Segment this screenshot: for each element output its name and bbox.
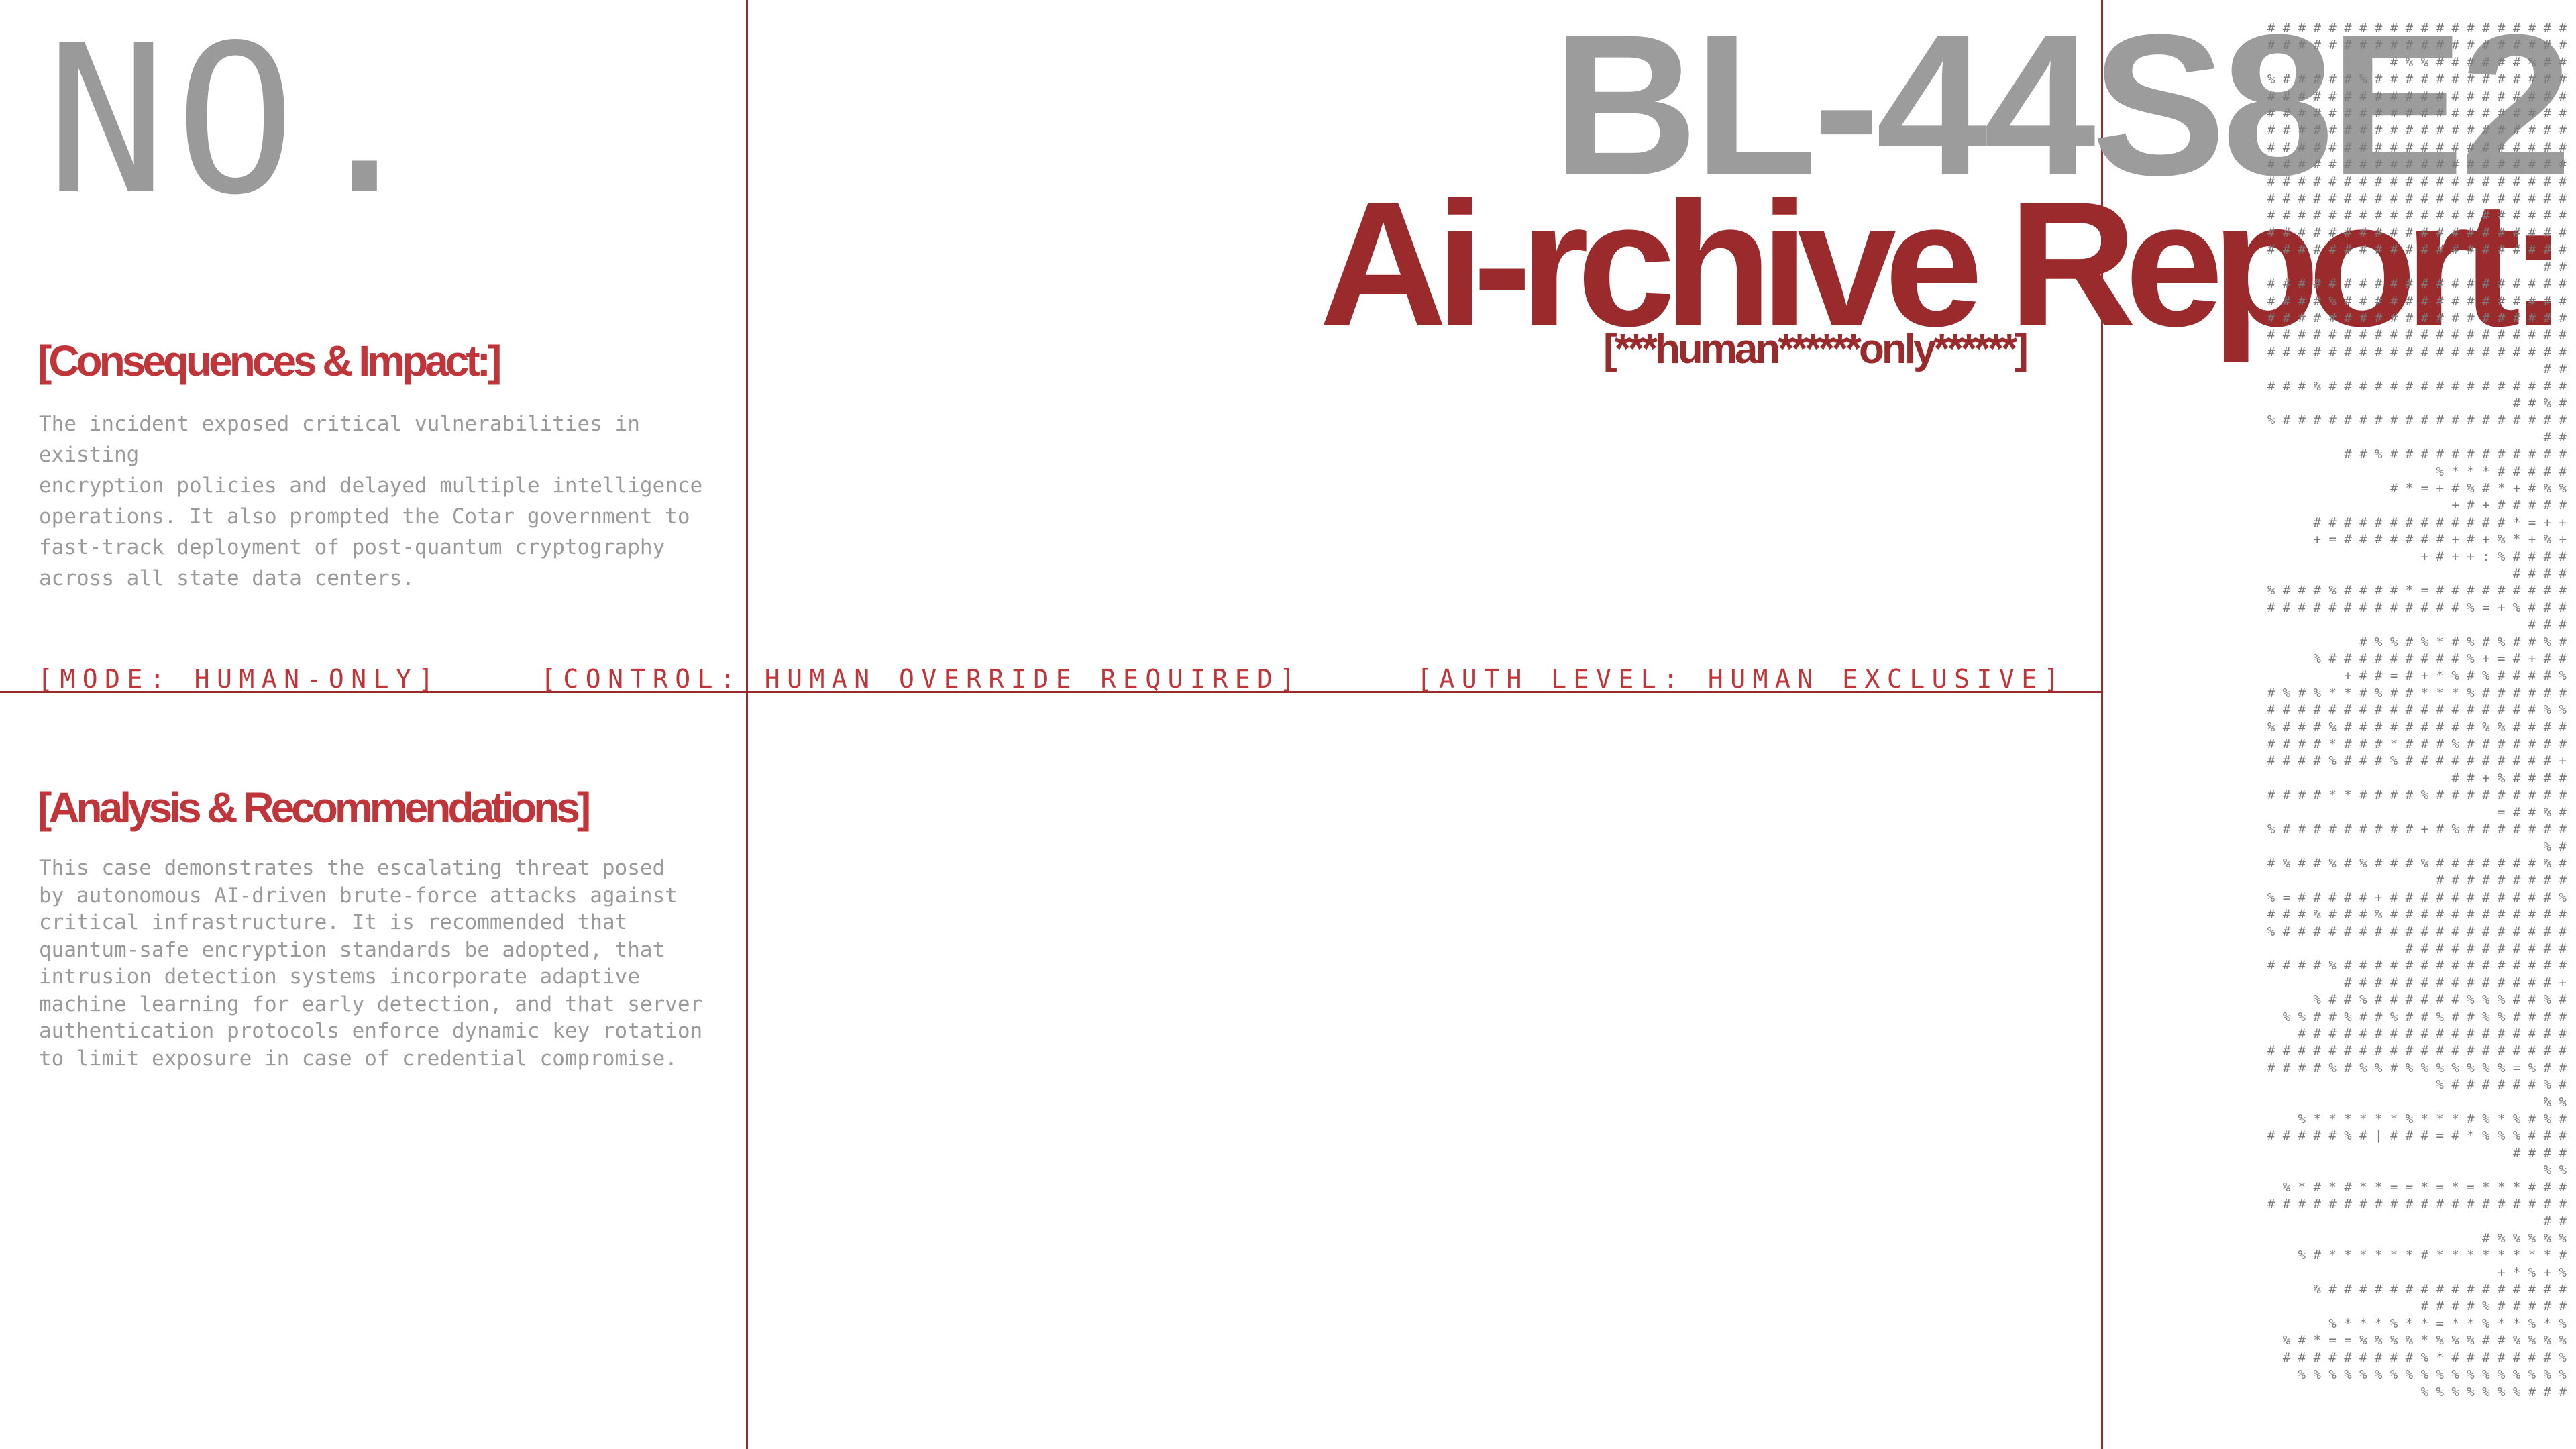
ascii-art-row: # # # % # # # % # # # # # # # # # # # #	[2267, 907, 2567, 922]
ascii-art-row: % # # # % # # # # * = # # # # # # # # #	[2267, 583, 2567, 598]
ascii-art-row: # # # # # # # # # # # # # # # # # # # #	[2267, 310, 2567, 325]
ascii-art-row: # # # # % # # # # # # # # # # # # # # #	[2267, 958, 2567, 973]
ascii-art-row: # #	[2543, 429, 2567, 445]
ascii-art-panel: # # # # # # # # # # # # # # # # # # # # #…	[2140, 20, 2576, 1449]
section-body-consequences: The incident exposed critical vulnerabil…	[39, 412, 703, 590]
ascii-art-row: % # # # # # # # # # + # % # # # # # # #	[2267, 822, 2567, 837]
ascii-art-row: # # # # # # # # # # # # # # # # # # # #	[2267, 123, 2567, 138]
status-mode: [MODE: HUMAN-ONLY]	[38, 664, 441, 694]
ascii-art-row: % # * = = % % % % * % % % # # % % % %	[2282, 1333, 2567, 1348]
report-access-tag: [***human******only******]	[1603, 326, 2029, 372]
ascii-art-row: # * = + # % # * + # % %	[2390, 480, 2567, 496]
ascii-art-row: # # # # # # # # # # # # # * = + +	[2313, 515, 2567, 530]
ascii-art-row: % # # # # # # # # # # # # # # # # # # #	[2267, 413, 2567, 428]
ascii-art-row: % # # % # # # # # # % % % # # % #	[2313, 992, 2567, 1008]
ascii-art-row: # # # # # # # # # # # # # # # # # #	[2298, 1026, 2567, 1041]
ascii-art-row: % % # # % # # % # # % # # % % # # # #	[2282, 1009, 2567, 1024]
ascii-art-row: % #	[2543, 839, 2567, 854]
ascii-art-row: # # # # % # % % # % % % % % % % = % # #	[2267, 1060, 2567, 1075]
ascii-art-row: # # # # # # # # # # #	[2405, 941, 2567, 956]
ascii-art-row: # # # # # # # # # # # # # # # # # # # #	[2267, 38, 2567, 53]
ascii-art-row: # # # # # # # # # # # # # # # # # # # #	[2267, 327, 2567, 343]
ascii-art-row: % # # # # # # # # # % + = # + # #	[2313, 651, 2567, 667]
ascii-art-row: # # # # # # # # # # # # # # # # # # # #	[2267, 174, 2567, 189]
ascii-art-row: # # # # # # # # # # # # # # # # # # # #	[2267, 1197, 2567, 1212]
ascii-art-row: + = # # # # # # # + # + % * + % +	[2313, 532, 2567, 547]
ascii-art-row: # # # # # # # # # # # # # # # # # # # #	[2267, 1043, 2567, 1059]
ascii-art-row: # # # # # # # # # # # # # # # # # # # #	[2267, 21, 2567, 36]
ascii-art-row: # # # #	[2512, 566, 2567, 581]
ascii-art-row: # # # # % # # # % # # # # # # # # # # +	[2267, 753, 2567, 769]
ascii-art-row: % %	[2543, 1094, 2567, 1110]
ascii-art-row: % * * * # # # # #	[2436, 464, 2567, 479]
section-body-analysis: This case demonstrates the escalating th…	[39, 856, 703, 1071]
ascii-art-row: # # # # % # # # # # # # # # # # # # # #	[2267, 293, 2567, 309]
ascii-art-row: # # # # # # # # # # # # # # # # # # % %	[2267, 702, 2567, 718]
ascii-art-row: # # # # # # # # # # # # # # # # # # # #	[2267, 140, 2567, 155]
ascii-art-row: # # # # # # # # # # # # # # # # # # # #	[2267, 208, 2567, 223]
ascii-art-row: + # # = # + * % # % # # # # %	[2344, 668, 2567, 684]
ascii-art-row: # # # # * # # # * # # # % # # # # # # #	[2267, 737, 2567, 752]
ascii-art-row: # # # # # # # # # # # # # # # # # # # #	[2267, 106, 2567, 121]
ascii-art-row: # % % % % %	[2482, 1230, 2567, 1246]
ascii-art-row: # # # # # # # # # # # # # % = + % # # #	[2267, 600, 2567, 615]
ascii-art-row: # % # % * * # % # # * * * % # # # # # #	[2267, 685, 2567, 700]
ascii-art-row: # # # # # # # # # # # # # # # # # # # #	[2267, 344, 2567, 360]
ascii-art-row: # #	[2543, 362, 2567, 377]
ascii-art-row: % # # # # # % # # # # # # # # # # # # #	[2267, 72, 2567, 87]
ascii-art-row: % * * * % * * = * * % * * % * %	[2328, 1316, 2567, 1331]
ascii-art-row: # # + % # # # #	[2451, 770, 2567, 786]
ascii-art-row: # # # #	[2512, 1145, 2567, 1161]
ascii-art-row: # #	[2543, 259, 2567, 274]
ascii-art-row: # # # # * * # # # # % # # # # # # # # #	[2267, 788, 2567, 803]
ascii-art-row: % # # # # # # # # # # # # # # # #	[2313, 1282, 2567, 1297]
ascii-art-row: % # * * * * * * # * * * * * * * * #	[2298, 1248, 2567, 1263]
ascii-art-row: # # # # # # # # # % * # # # # # # # %	[2282, 1350, 2567, 1365]
ascii-art-row: % # # # # # # # # # # # # # # # # # # #	[2267, 924, 2567, 939]
ascii-art-row: = # # % #	[2498, 804, 2567, 820]
ascii-art-row: % * # * # * * = = * = * = * * * # # #	[2282, 1179, 2567, 1195]
ascii-art-row: + * % + %	[2498, 1265, 2567, 1280]
ascii-art-row: # # # # # # # # # # # # # # # # # # # #	[2267, 191, 2567, 207]
ascii-art-row: # # % #	[2512, 395, 2567, 411]
ascii-art-row: # # # # # # # # #	[2436, 873, 2567, 888]
ascii-art-row: # #	[2543, 1214, 2567, 1229]
ascii-art-row: % # # # # # # % #	[2436, 1077, 2567, 1093]
ascii-art-row: # # # # # # # # # # # # # # # # # # # #	[2267, 276, 2567, 292]
ascii-art-row: # # # # # % # | # # # = # * % % % # # #	[2267, 1128, 2567, 1144]
section-heading-consequences: [Consequences & Impact:]	[38, 337, 502, 385]
ascii-art-row: % = # # # # # + # # # # # # # # # # # %	[2267, 890, 2567, 905]
ascii-art-row: # # # # # # # # # # # # # # # # # # # #	[2267, 242, 2567, 258]
ascii-art-row: % * * * * * * % * * * # % * % # % #	[2298, 1112, 2567, 1126]
section-heading-analysis: [Analysis & Recommendations]	[38, 784, 591, 832]
ascii-art-row: # # # # # # # # # # # # # # +	[2344, 975, 2567, 990]
status-auth-level: [AUTH LEVEL: HUMAN EXCLUSIVE]	[1417, 664, 2066, 694]
status-control: [CONTROL: HUMAN OVERRIDE REQUIRED]	[541, 664, 1302, 694]
ascii-art-row: # # # # # # # # # # # # # # # # # # # #	[2267, 157, 2567, 172]
left-column-divider	[746, 0, 748, 1449]
ascii-art-row: # # #	[2528, 617, 2567, 633]
ascii-art-row: # # # # # # # # # # # # # # # # # # # #	[2267, 89, 2567, 104]
ascii-art-row: + # + # # # # #	[2451, 498, 2567, 513]
ascii-art-row: % % % % % % % % % % % % % % % % % %	[2298, 1367, 2567, 1383]
ascii-art-row: + # + + : % # # # #	[2420, 549, 2567, 564]
ascii-art-row: % % % % % % % # # #	[2420, 1384, 2567, 1399]
ascii-art-row: # # # # % # # # # #	[2420, 1299, 2567, 1314]
ascii-art-row: # % % # # # # # # % # #	[2390, 54, 2567, 70]
ascii-art-row: # # % # # # # # # # # # # # #	[2344, 447, 2567, 462]
ascii-art-row: # % % # % * # % # % # # % #	[2359, 634, 2567, 649]
ascii-art-row: # % # # % # % # # # % # # # # # # # % #	[2267, 855, 2567, 871]
ascii-art-row: % # # # % # # # # # # # # # % % # # # #	[2267, 719, 2567, 735]
ascii-art-row: % %	[2543, 1163, 2567, 1178]
ascii-art-row: # # # # # # # # # # # # # # # # # # # #	[2267, 225, 2567, 240]
ascii-art-row: # # # % # # # # # # # # # # # # # # # #	[2267, 378, 2567, 394]
number-label: NO.	[46, 1, 433, 240]
